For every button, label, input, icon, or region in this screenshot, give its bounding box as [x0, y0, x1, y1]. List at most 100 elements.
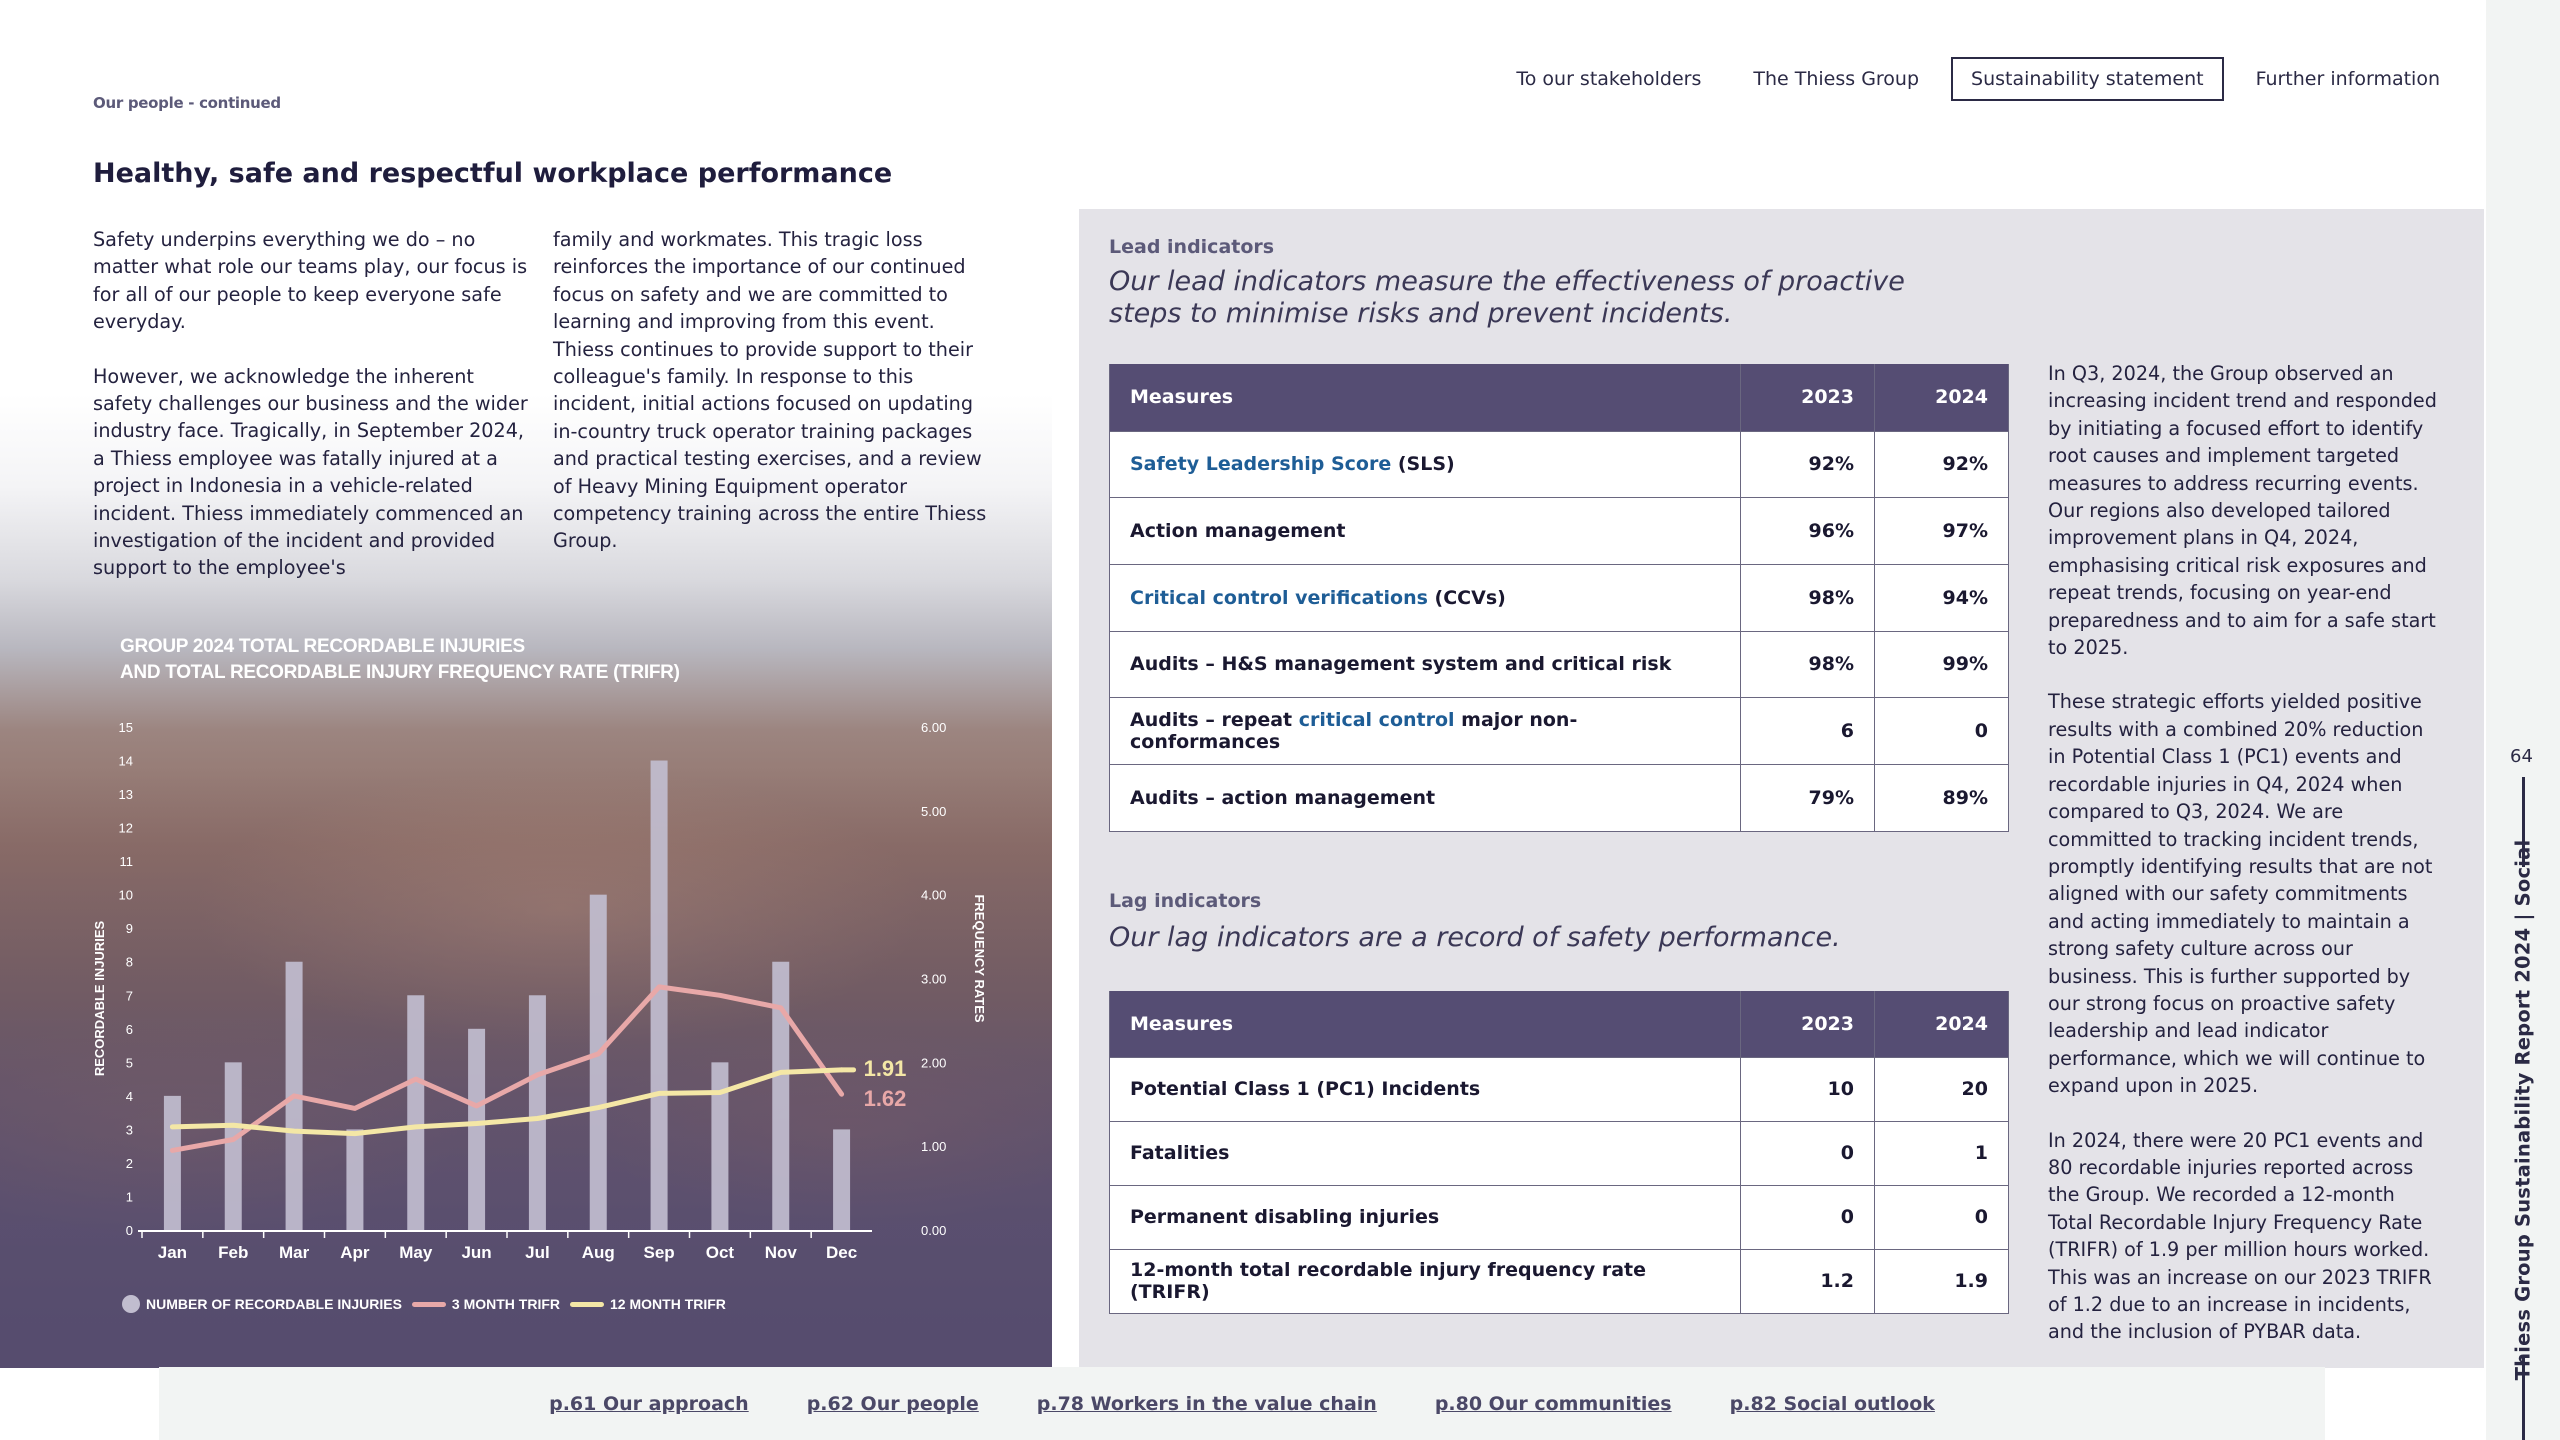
value-2023: 96%	[1740, 497, 1875, 565]
section-kicker: Our people - continued	[93, 94, 281, 112]
measure-name: Audits – H&S management system and criti…	[1109, 630, 1741, 699]
table-row: Audits – H&S management system and criti…	[1109, 630, 2009, 699]
end-value-label: 1.62	[864, 1086, 907, 1111]
table-row: Fatalities 0 1	[1109, 1120, 2009, 1186]
measure-name: Potential Class 1 (PC1) Incidents	[1109, 1056, 1741, 1122]
chart-title-line: GROUP 2024 TOTAL RECORDABLE INJURIES	[120, 636, 525, 657]
commentary-column: In Q3, 2024, the Group observed an incre…	[2048, 360, 2438, 1346]
table-row: Safety Leadership Score (SLS) 92% 92%	[1109, 430, 2009, 499]
measure-name: Safety Leadership Score (SLS)	[1109, 430, 1741, 499]
y-tick-label: 1	[126, 1189, 133, 1204]
measure-text: Audits – action management	[1130, 786, 1436, 809]
bar-recordable-injuries	[833, 1129, 851, 1230]
lead-indicators-subtitle: Our lead indicators measure the effectiv…	[1109, 266, 1905, 330]
x-tick-label: May	[399, 1243, 433, 1262]
x-tick-label: Jun	[461, 1243, 491, 1262]
bar-recordable-injuries	[468, 1028, 486, 1230]
intro-paragraph: Safety underpins everything we do – no m…	[93, 228, 528, 334]
footer-link-our-people[interactable]: p.62 Our people	[807, 1393, 979, 1415]
lag-indicators-label: Lag indicators	[1109, 890, 1262, 912]
measure-name: Action management	[1109, 497, 1741, 565]
table-row: 12-month total recordable injury frequen…	[1109, 1248, 2009, 1314]
table-row: Audits – action management 79% 89%	[1109, 763, 2009, 832]
y-tick-label: 11	[120, 854, 134, 869]
nav-the-thiess-group[interactable]: The Thiess Group	[1733, 57, 1939, 101]
glossary-link[interactable]: Safety Leadership Score	[1130, 453, 1391, 475]
legend-item-injuries: NUMBER OF RECORDABLE INJURIES	[122, 1295, 402, 1313]
value-2023: 79%	[1740, 763, 1875, 832]
y-tick-label: 5	[126, 1055, 133, 1070]
bar-recordable-injuries	[711, 1062, 729, 1230]
column-header-measures: Measures	[1109, 991, 1741, 1057]
column-header-year: 2023	[1740, 991, 1875, 1057]
glossary-link[interactable]: critical control	[1299, 709, 1455, 731]
y-axis-label: RECORDABLE INJURIES	[92, 921, 107, 1077]
y-tick-label: 13	[119, 787, 133, 802]
nav-to-our-stakeholders[interactable]: To our stakeholders	[1496, 57, 1721, 101]
y2-tick-label: 5.00	[921, 804, 946, 819]
bar-recordable-injuries	[163, 1095, 181, 1230]
y2-tick-label: 2.00	[921, 1055, 946, 1070]
measure-name: Audits – repeat critical control major n…	[1109, 697, 1741, 765]
value-2023: 0	[1740, 1120, 1875, 1186]
y-tick-label: 15	[119, 720, 133, 735]
legend-item-3-month-trifr: 3 MONTH TRIFR	[411, 1296, 560, 1312]
x-tick-label: Aug	[582, 1243, 615, 1262]
legend-label: NUMBER OF RECORDABLE INJURIES	[146, 1296, 402, 1312]
x-tick-label: Feb	[218, 1243, 248, 1262]
nav-sustainability-statement[interactable]: Sustainability statement	[1951, 57, 2224, 101]
x-tick-label: Oct	[706, 1243, 735, 1262]
measure-text: (SLS)	[1391, 453, 1455, 476]
value-2024: 89%	[1874, 763, 2009, 832]
footer-links: p.61 Our approach p.62 Our people p.78 W…	[159, 1367, 2325, 1440]
nav-further-information[interactable]: Further information	[2236, 57, 2460, 101]
legend-item-12-month-trifr: 12 MONTH TRIFR	[570, 1296, 726, 1312]
footer-link-our-communities[interactable]: p.80 Our communities	[1435, 1393, 1672, 1415]
value-2024: 0	[1874, 697, 2009, 765]
intro-paragraph: family and workmates. This tragic loss r…	[553, 228, 987, 553]
y2-tick-label: 1.00	[921, 1139, 946, 1154]
intro-column-left: Safety underpins everything we do – no m…	[93, 226, 533, 582]
subtitle-line: Our lag indicators are a record of safet…	[1109, 922, 1841, 953]
footer-link-workers-value-chain[interactable]: p.78 Workers in the value chain	[1037, 1393, 1377, 1415]
end-value-label: 1.91	[864, 1056, 907, 1081]
value-2023: 6	[1740, 697, 1875, 765]
footer-link-our-approach[interactable]: p.61 Our approach	[549, 1393, 749, 1415]
table-row: Permanent disabling injuries 0 0	[1109, 1184, 2009, 1250]
table-row: Critical control verifications (CCVs) 98%…	[1109, 563, 2009, 632]
legend-line-icon	[570, 1301, 605, 1307]
y-tick-label: 14	[119, 754, 133, 769]
intro-column-right: family and workmates. This tragic loss r…	[553, 226, 993, 555]
line-3-month-trifr	[169, 984, 845, 1153]
measure-text: Action management	[1130, 520, 1346, 543]
glossary-link[interactable]: Critical control verifications	[1130, 587, 1428, 609]
page-number: 64	[2510, 746, 2533, 767]
y2-tick-label: 0.00	[921, 1223, 946, 1238]
y-tick-label: 12	[119, 821, 133, 836]
value-2024: 92%	[1874, 430, 2009, 499]
value-2024: 20	[1874, 1056, 2009, 1122]
value-2024: 1	[1874, 1120, 2009, 1186]
value-2023: 92%	[1740, 430, 1875, 499]
chart-title-line: AND TOTAL RECORDABLE INJURY FREQUENCY RA…	[120, 662, 680, 683]
value-2023: 0	[1740, 1184, 1875, 1250]
y-tick-label: 0	[126, 1223, 133, 1238]
x-tick-label: Jan	[158, 1243, 187, 1262]
y-tick-label: 6	[126, 1022, 133, 1037]
measure-text: Audits – H&S management system and criti…	[1130, 653, 1672, 676]
commentary-paragraph: These strategic efforts yielded positive…	[2048, 690, 2433, 1098]
bar-recordable-injuries	[346, 1129, 364, 1230]
page-title: Healthy, safe and respectful workplace p…	[93, 158, 893, 189]
x-tick-label: Mar	[279, 1243, 310, 1262]
table-row: Audits – repeat critical control major n…	[1109, 697, 2009, 765]
value-2024: 97%	[1874, 497, 2009, 565]
column-header-year: 2024	[1874, 364, 2009, 431]
y2-tick-label: 6.00	[921, 720, 946, 735]
lag-indicators-table: Measures 2023 2024 Potential Class 1 (PC1) …	[1109, 991, 2009, 1314]
value-2023: 1.2	[1740, 1248, 1875, 1314]
measure-text: Permanent disabling injuries	[1130, 1206, 1440, 1228]
legend-label: 12 MONTH TRIFR	[610, 1296, 726, 1312]
footer-link-social-outlook[interactable]: p.82 Social outlook	[1730, 1393, 1935, 1415]
y-tick-label: 9	[126, 921, 133, 936]
value-2023: 98%	[1740, 563, 1875, 632]
